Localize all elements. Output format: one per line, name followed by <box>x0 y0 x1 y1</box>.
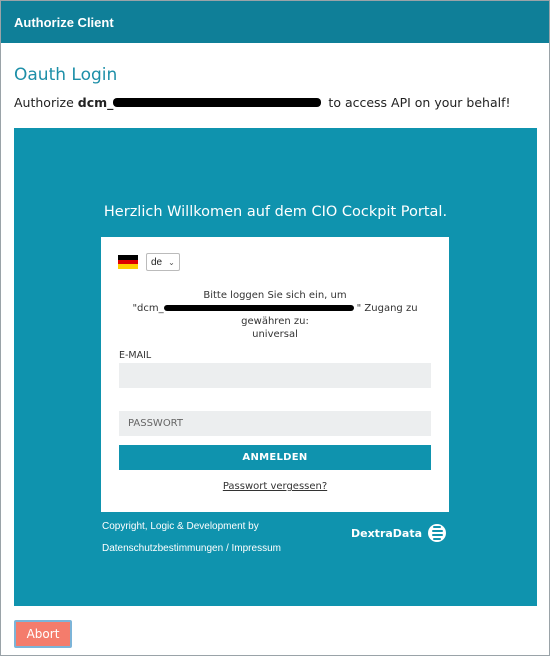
dialog-title: Authorize Client <box>14 14 114 30</box>
prompt-line-3: gewähren zu: <box>241 316 309 327</box>
abort-button[interactable]: Abort <box>14 620 72 648</box>
chevron-down-icon: ⌄ <box>168 257 175 267</box>
oauth-heading: Oauth Login <box>14 65 118 85</box>
authorize-suffix: to access API on your behalf! <box>328 95 511 110</box>
language-select-value: de <box>151 256 163 268</box>
redacted-client-id <box>113 98 322 107</box>
authorize-prefix: Authorize <box>14 95 74 110</box>
email-label: E-MAIL <box>119 350 152 361</box>
language-select[interactable]: de ⌄ <box>146 253 180 271</box>
login-prompt: Bitte loggen Sie sich ein, um "dcm_ " Zug… <box>121 289 429 341</box>
password-field[interactable]: PASSWORT <box>119 411 431 436</box>
dialog-titlebar: Authorize Client <box>1 1 549 43</box>
dextradata-logo: DextraData <box>351 524 447 542</box>
prompt-line-1: Bitte loggen Sie sich ein, um <box>203 290 347 301</box>
germany-flag-icon <box>118 255 138 270</box>
login-card: de ⌄ Bitte loggen Sie sich ein, um "dcm_… <box>101 237 449 512</box>
dextradata-logo-icon <box>428 524 447 542</box>
client-name: dcm_ <box>77 95 114 110</box>
authorize-message: Authorize dcm_ to access API on your beh… <box>14 95 549 110</box>
prompt-line-4: universal <box>252 329 298 340</box>
portal-welcome: Herzlich Willkomen auf dem CIO Cockpit P… <box>103 204 448 220</box>
email-field[interactable] <box>119 363 431 388</box>
embedded-login-portal: Herzlich Willkomen auf dem CIO Cockpit P… <box>14 128 537 606</box>
login-button[interactable]: ANMELDEN <box>119 445 431 470</box>
redacted-client-id-prompt <box>163 305 354 311</box>
forgot-password-link[interactable]: Passwort vergessen? <box>101 481 449 492</box>
prompt-client-prefix: "dcm_ <box>132 303 164 314</box>
prompt-line-2: "dcm_ " Zugang zu <box>121 302 429 315</box>
copyright-text: Copyright, Logic & Development by <box>102 521 259 532</box>
logo-text: DextraData <box>351 526 423 540</box>
prompt-client-suffix: " Zugang zu <box>356 303 418 314</box>
privacy-link[interactable]: Datenschutzbestimmungen / Impressum <box>102 543 281 554</box>
language-selector-row: de ⌄ <box>118 253 180 271</box>
authorize-client-dialog: Authorize Client Oauth Login Authorize d… <box>0 0 550 656</box>
